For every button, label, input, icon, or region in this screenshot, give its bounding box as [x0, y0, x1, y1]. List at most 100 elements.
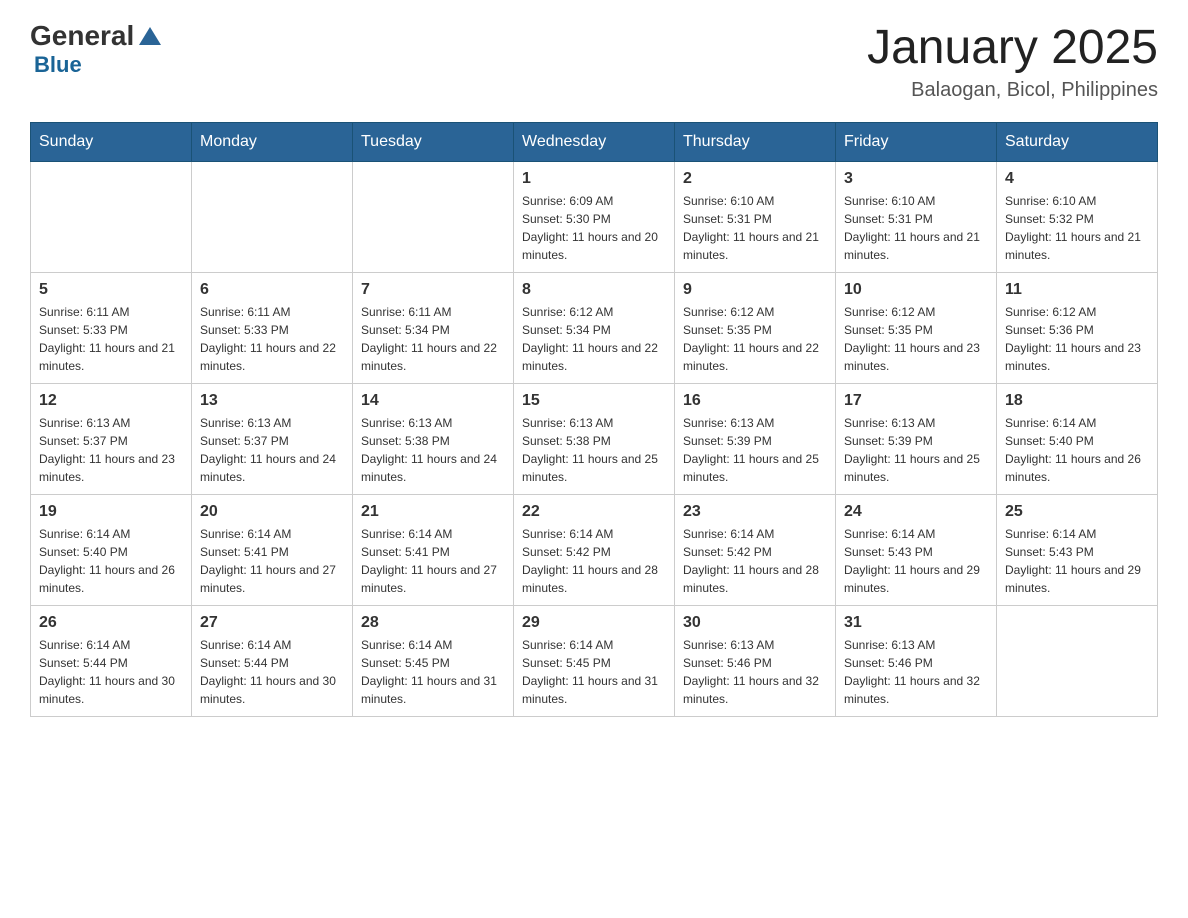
calendar-cell: 17 Sunrise: 6:13 AM Sunset: 5:39 PM Dayli…: [836, 384, 997, 495]
day-info: Sunrise: 6:12 AM Sunset: 5:35 PM Dayligh…: [683, 303, 827, 375]
day-number: 6: [200, 281, 344, 299]
day-info: Sunrise: 6:14 AM Sunset: 5:40 PM Dayligh…: [1005, 414, 1149, 486]
calendar-cell: 10Sunrise: 6:12 AM Sunset: 5:35 PM Dayli…: [836, 273, 997, 384]
day-number: 10: [844, 281, 988, 299]
calendar-cell: 7 Sunrise: 6:11 AM Sunset: 5:34 PM Daylig…: [353, 273, 514, 384]
day-number: 27: [200, 614, 344, 632]
day-number: 13: [200, 392, 344, 410]
logo: General Blue: [30, 20, 161, 78]
day-info: Sunrise: 6:14 AM Sunset: 5:40 PM Dayligh…: [39, 525, 183, 597]
calendar-cell: 18 Sunrise: 6:14 AM Sunset: 5:40 PM Dayli…: [997, 384, 1158, 495]
day-info: Sunrise: 6:12 AM Sunset: 5:36 PM Dayligh…: [1005, 303, 1149, 375]
day-number: 26: [39, 614, 183, 632]
calendar-week-row: 1 Sunrise: 6:09 AM Sunset: 5:30 PM Daylig…: [31, 162, 1158, 273]
day-info: Sunrise: 6:11 AM Sunset: 5:34 PM Dayligh…: [361, 303, 505, 375]
calendar-cell: 26Sunrise: 6:14 AM Sunset: 5:44 PM Dayli…: [31, 606, 192, 717]
calendar-cell: 22 Sunrise: 6:14 AM Sunset: 5:42 PM Dayli…: [514, 495, 675, 606]
day-number: 29: [522, 614, 666, 632]
day-number: 23: [683, 503, 827, 521]
calendar-cell: 5 Sunrise: 6:11 AM Sunset: 5:33 PM Daylig…: [31, 273, 192, 384]
calendar-week-row: 19Sunrise: 6:14 AM Sunset: 5:40 PM Dayli…: [31, 495, 1158, 606]
calendar-cell: 2 Sunrise: 6:10 AM Sunset: 5:31 PM Daylig…: [675, 162, 836, 273]
logo-blue-text: Blue: [34, 52, 161, 78]
day-info: Sunrise: 6:13 AM Sunset: 5:37 PM Dayligh…: [39, 414, 183, 486]
calendar-cell: 20Sunrise: 6:14 AM Sunset: 5:41 PM Dayli…: [192, 495, 353, 606]
calendar-cell: [997, 606, 1158, 717]
page-header: General Blue January 2025 Balaogan, Bico…: [30, 20, 1158, 102]
calendar-week-row: 5 Sunrise: 6:11 AM Sunset: 5:33 PM Daylig…: [31, 273, 1158, 384]
day-info: Sunrise: 6:14 AM Sunset: 5:41 PM Dayligh…: [361, 525, 505, 597]
calendar-cell: 31Sunrise: 6:13 AM Sunset: 5:46 PM Dayli…: [836, 606, 997, 717]
logo-triangle-icon: [139, 27, 161, 50]
day-number: 15: [522, 392, 666, 410]
calendar-cell: 24 Sunrise: 6:14 AM Sunset: 5:43 PM Dayli…: [836, 495, 997, 606]
day-info: Sunrise: 6:13 AM Sunset: 5:37 PM Dayligh…: [200, 414, 344, 486]
calendar-cell: 12 Sunrise: 6:13 AM Sunset: 5:37 PM Dayli…: [31, 384, 192, 495]
day-number: 14: [361, 392, 505, 410]
day-info: Sunrise: 6:13 AM Sunset: 5:39 PM Dayligh…: [844, 414, 988, 486]
header-saturday: Saturday: [997, 123, 1158, 162]
day-info: Sunrise: 6:13 AM Sunset: 5:46 PM Dayligh…: [683, 636, 827, 708]
calendar-subtitle: Balaogan, Bicol, Philippines: [867, 79, 1158, 102]
day-info: Sunrise: 6:10 AM Sunset: 5:32 PM Dayligh…: [1005, 192, 1149, 264]
day-info: Sunrise: 6:14 AM Sunset: 5:42 PM Dayligh…: [683, 525, 827, 597]
calendar-cell: 1 Sunrise: 6:09 AM Sunset: 5:30 PM Daylig…: [514, 162, 675, 273]
calendar-cell: 15 Sunrise: 6:13 AM Sunset: 5:38 PM Dayli…: [514, 384, 675, 495]
calendar-cell: 27Sunrise: 6:14 AM Sunset: 5:44 PM Dayli…: [192, 606, 353, 717]
day-number: 9: [683, 281, 827, 299]
day-info: Sunrise: 6:14 AM Sunset: 5:43 PM Dayligh…: [1005, 525, 1149, 597]
day-info: Sunrise: 6:14 AM Sunset: 5:43 PM Dayligh…: [844, 525, 988, 597]
calendar-cell: 4 Sunrise: 6:10 AM Sunset: 5:32 PM Daylig…: [997, 162, 1158, 273]
day-number: 17: [844, 392, 988, 410]
calendar-header-row: SundayMondayTuesdayWednesdayThursdayFrid…: [31, 123, 1158, 162]
day-number: 21: [361, 503, 505, 521]
day-info: Sunrise: 6:12 AM Sunset: 5:34 PM Dayligh…: [522, 303, 666, 375]
day-number: 18: [1005, 392, 1149, 410]
day-number: 1: [522, 170, 666, 188]
calendar-week-row: 12 Sunrise: 6:13 AM Sunset: 5:37 PM Dayli…: [31, 384, 1158, 495]
calendar-table: SundayMondayTuesdayWednesdayThursdayFrid…: [30, 122, 1158, 717]
day-number: 25: [1005, 503, 1149, 521]
day-number: 4: [1005, 170, 1149, 188]
day-info: Sunrise: 6:11 AM Sunset: 5:33 PM Dayligh…: [39, 303, 183, 375]
day-number: 12: [39, 392, 183, 410]
day-info: Sunrise: 6:11 AM Sunset: 5:33 PM Dayligh…: [200, 303, 344, 375]
calendar-cell: [192, 162, 353, 273]
day-info: Sunrise: 6:13 AM Sunset: 5:39 PM Dayligh…: [683, 414, 827, 486]
calendar-cell: 28 Sunrise: 6:14 AM Sunset: 5:45 PM Dayli…: [353, 606, 514, 717]
calendar-cell: 14 Sunrise: 6:13 AM Sunset: 5:38 PM Dayli…: [353, 384, 514, 495]
day-number: 22: [522, 503, 666, 521]
header-thursday: Thursday: [675, 123, 836, 162]
calendar-cell: 30 Sunrise: 6:13 AM Sunset: 5:46 PM Dayli…: [675, 606, 836, 717]
day-info: Sunrise: 6:14 AM Sunset: 5:45 PM Dayligh…: [522, 636, 666, 708]
header-friday: Friday: [836, 123, 997, 162]
header-monday: Monday: [192, 123, 353, 162]
day-number: 2: [683, 170, 827, 188]
calendar-cell: 19Sunrise: 6:14 AM Sunset: 5:40 PM Dayli…: [31, 495, 192, 606]
calendar-title: January 2025: [867, 20, 1158, 75]
calendar-cell: 11Sunrise: 6:12 AM Sunset: 5:36 PM Dayli…: [997, 273, 1158, 384]
calendar-cell: 3Sunrise: 6:10 AM Sunset: 5:31 PM Daylig…: [836, 162, 997, 273]
day-info: Sunrise: 6:10 AM Sunset: 5:31 PM Dayligh…: [844, 192, 988, 264]
day-info: Sunrise: 6:10 AM Sunset: 5:31 PM Dayligh…: [683, 192, 827, 264]
day-info: Sunrise: 6:14 AM Sunset: 5:45 PM Dayligh…: [361, 636, 505, 708]
day-number: 8: [522, 281, 666, 299]
day-info: Sunrise: 6:14 AM Sunset: 5:42 PM Dayligh…: [522, 525, 666, 597]
day-number: 7: [361, 281, 505, 299]
day-info: Sunrise: 6:13 AM Sunset: 5:38 PM Dayligh…: [361, 414, 505, 486]
calendar-cell: 6 Sunrise: 6:11 AM Sunset: 5:33 PM Daylig…: [192, 273, 353, 384]
day-info: Sunrise: 6:13 AM Sunset: 5:38 PM Dayligh…: [522, 414, 666, 486]
calendar-cell: 23 Sunrise: 6:14 AM Sunset: 5:42 PM Dayli…: [675, 495, 836, 606]
day-number: 30: [683, 614, 827, 632]
logo-general-text: General: [30, 20, 134, 52]
day-info: Sunrise: 6:09 AM Sunset: 5:30 PM Dayligh…: [522, 192, 666, 264]
calendar-cell: [31, 162, 192, 273]
calendar-cell: 13 Sunrise: 6:13 AM Sunset: 5:37 PM Dayli…: [192, 384, 353, 495]
day-info: Sunrise: 6:14 AM Sunset: 5:41 PM Dayligh…: [200, 525, 344, 597]
header-sunday: Sunday: [31, 123, 192, 162]
calendar-cell: 29 Sunrise: 6:14 AM Sunset: 5:45 PM Dayli…: [514, 606, 675, 717]
day-number: 5: [39, 281, 183, 299]
calendar-cell: [353, 162, 514, 273]
day-number: 28: [361, 614, 505, 632]
day-number: 24: [844, 503, 988, 521]
